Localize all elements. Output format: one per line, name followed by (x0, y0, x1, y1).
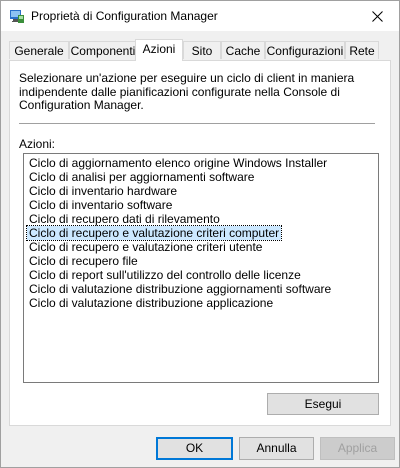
action-list-item[interactable]: Ciclo di recupero file (27, 254, 140, 268)
ok-button[interactable]: OK (156, 437, 233, 460)
action-list-item[interactable]: Ciclo di recupero e valutazione criteri … (27, 240, 264, 254)
action-list-item[interactable]: Ciclo di recupero e valutazione criteri … (25, 225, 283, 241)
tab-sito[interactable]: Sito (183, 41, 221, 59)
run-button-label: Esegui (304, 397, 342, 411)
tab-generale[interactable]: Generale (9, 41, 69, 59)
tab-rete[interactable]: Rete (345, 41, 379, 59)
tab-componenti[interactable]: Componenti (69, 41, 137, 59)
action-list-item[interactable]: Ciclo di aggiornamento elenco origine Wi… (27, 156, 329, 170)
window-title: Proprietà di Configuration Manager (31, 9, 218, 23)
action-list-item[interactable]: Ciclo di valutazione distribuzione aggio… (27, 282, 333, 296)
close-button[interactable] (355, 1, 399, 31)
action-list-item[interactable]: Ciclo di analisi per aggiornamenti softw… (27, 170, 256, 184)
configuration-manager-icon (10, 10, 24, 23)
action-list-item[interactable]: Ciclo di recupero dati di rilevamento (27, 212, 222, 226)
title-bar[interactable]: Proprietà di Configuration Manager (1, 1, 399, 31)
close-icon (371, 10, 383, 22)
run-button[interactable]: Esegui (267, 393, 379, 415)
actions-description: Selezionare un'azione per eseguire un ci… (19, 71, 355, 112)
actions-list-label: Azioni: (19, 137, 56, 151)
tab-azioni[interactable]: Azioni (135, 39, 183, 61)
tab-cache[interactable]: Cache (221, 41, 265, 59)
actions-listbox[interactable]: Ciclo di aggiornamento elenco origine Wi… (23, 153, 379, 383)
action-list-item[interactable]: Ciclo di report sull'utilizzo del contro… (27, 268, 303, 282)
apply-button[interactable]: Applica (320, 437, 395, 460)
cancel-button[interactable]: Annulla (239, 437, 314, 460)
action-list-item[interactable]: Ciclo di valutazione distribuzione appli… (27, 296, 275, 310)
properties-dialog: Proprietà di Configuration Manager Gener… (0, 0, 400, 468)
tab-strip: Generale Componenti Azioni Sito Cache Co… (9, 39, 393, 61)
action-list-item[interactable]: Ciclo di inventario hardware (27, 184, 179, 198)
action-list-item[interactable]: Ciclo di inventario software (27, 198, 174, 212)
separator (19, 123, 375, 124)
tab-configurazioni[interactable]: Configurazioni (265, 41, 345, 59)
